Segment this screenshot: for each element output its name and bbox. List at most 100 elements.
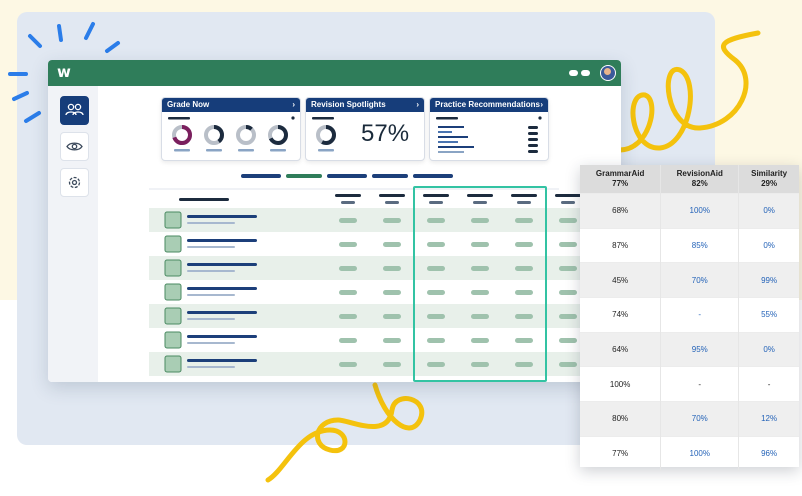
column-header-grammaraid[interactable]: GrammarAid 77%	[580, 165, 662, 194]
revision-percent: 57%	[361, 120, 410, 147]
brand-logo[interactable]: w	[57, 63, 71, 81]
chevron-right-icon: ›	[292, 100, 295, 109]
score-pill	[559, 338, 577, 343]
sidebar	[48, 86, 98, 382]
eye-icon	[66, 142, 83, 151]
student-name-placeholder	[187, 239, 257, 242]
score-pill	[559, 218, 577, 223]
score-pill	[383, 242, 401, 247]
column-header-similarity[interactable]: Similarity 29%	[738, 165, 799, 194]
student-avatar-icon	[164, 355, 182, 373]
practice-bars	[436, 116, 542, 153]
table-cell: 0%	[738, 227, 799, 263]
table-cell: 74%	[580, 297, 662, 333]
revision-donut	[312, 117, 336, 152]
people-icon	[65, 103, 84, 116]
practice-recommendations-header[interactable]: Practice Recommendations ›	[430, 98, 548, 112]
score-pill	[339, 266, 357, 271]
score-pill	[383, 362, 401, 367]
app-window: w Grade Now › Revision Spotlights › 57% …	[48, 60, 621, 382]
table-row: 45% 70% 99%	[580, 262, 799, 298]
highlight-box	[413, 186, 547, 382]
score-pill	[559, 242, 577, 247]
student-avatar-icon	[164, 331, 182, 349]
table-cell: 77%	[580, 435, 662, 471]
student-sub-placeholder	[187, 270, 235, 272]
student-sub-placeholder	[187, 342, 235, 344]
revision-spotlights-title: Revision Spotlights	[311, 100, 386, 109]
student-avatar-icon	[164, 259, 182, 277]
chevron-right-icon: ›	[416, 100, 419, 109]
score-pill	[383, 290, 401, 295]
student-name-placeholder	[187, 215, 257, 218]
table-row: 68% 100% 0%	[580, 193, 799, 229]
dot-pill-icon	[569, 70, 578, 76]
table-cell: 12%	[738, 401, 799, 437]
score-pill	[559, 290, 577, 295]
score-pill	[559, 314, 577, 319]
score-pill	[383, 314, 401, 319]
table-row: 74% -55%	[580, 297, 799, 333]
student-name-placeholder	[187, 263, 257, 266]
avatar[interactable]	[600, 65, 616, 81]
table-row: 87% 85% 0%	[580, 227, 799, 263]
table-header-row: GrammarAid 77% RevisionAid 82% Similarity 2…	[580, 165, 799, 194]
student-name-placeholder	[187, 287, 257, 290]
table-cell: 85%	[660, 227, 740, 263]
table-row: 100% - -	[580, 366, 799, 402]
tab-pills[interactable]	[48, 172, 621, 182]
score-pill	[383, 338, 401, 343]
score-pill	[339, 362, 357, 367]
top-bar: w	[48, 60, 621, 86]
table-cell: -	[660, 366, 740, 402]
score-pill	[339, 290, 357, 295]
table-cell: 70%	[660, 262, 740, 298]
table-cell: 55%	[738, 297, 799, 333]
practice-recommendations-title: Practice Recommendations	[435, 100, 540, 109]
table-row: 77% 100% 96%	[580, 435, 799, 471]
score-pill	[339, 314, 357, 319]
sidebar-item-view[interactable]	[60, 132, 89, 161]
score-pill	[383, 218, 401, 223]
table-cell: 0%	[738, 193, 799, 229]
practice-recommendations-card[interactable]: Practice Recommendations ›	[429, 97, 549, 161]
table-cell: 70%	[660, 401, 740, 437]
student-avatar-icon	[164, 235, 182, 253]
sidebar-item-people[interactable]	[60, 96, 89, 125]
table-cell: 64%	[580, 331, 662, 367]
column-header-revisionaid[interactable]: RevisionAid 82%	[660, 165, 740, 194]
table-cell: -	[660, 297, 740, 333]
revision-spotlights-card[interactable]: Revision Spotlights › 57%	[305, 97, 425, 161]
student-avatar-icon	[164, 283, 182, 301]
table-cell: 0%	[738, 331, 799, 367]
student-name-placeholder	[187, 359, 257, 362]
grade-donuts	[168, 116, 295, 152]
student-name-placeholder	[187, 311, 257, 314]
score-pill	[339, 218, 357, 223]
student-sub-placeholder	[187, 246, 235, 248]
table-cell: 80%	[580, 401, 662, 437]
table-cell: -	[738, 366, 799, 402]
table-cell: 100%	[660, 435, 740, 471]
dot-pill-icon	[581, 70, 590, 76]
grade-now-title: Grade Now	[167, 100, 210, 109]
grade-now-card[interactable]: Grade Now ›	[161, 97, 301, 161]
student-sub-placeholder	[187, 366, 235, 368]
score-pill	[339, 242, 357, 247]
table-cell: 96%	[738, 435, 799, 471]
score-pill	[559, 266, 577, 271]
table-row: 80% 70% 12%	[580, 401, 799, 437]
table-cell: 68%	[580, 193, 662, 229]
score-pill	[339, 338, 357, 343]
revision-spotlights-header[interactable]: Revision Spotlights ›	[306, 98, 424, 112]
grade-now-header[interactable]: Grade Now ›	[162, 98, 300, 112]
student-sub-placeholder	[187, 222, 235, 224]
chevron-right-icon: ›	[540, 100, 543, 109]
score-pill	[559, 362, 577, 367]
table-cell: 100%	[660, 193, 740, 229]
score-pill	[383, 266, 401, 271]
table-cell: 95%	[660, 331, 740, 367]
table-cell: 100%	[580, 366, 662, 402]
table-cell: 87%	[580, 227, 662, 263]
student-avatar-icon	[164, 307, 182, 325]
